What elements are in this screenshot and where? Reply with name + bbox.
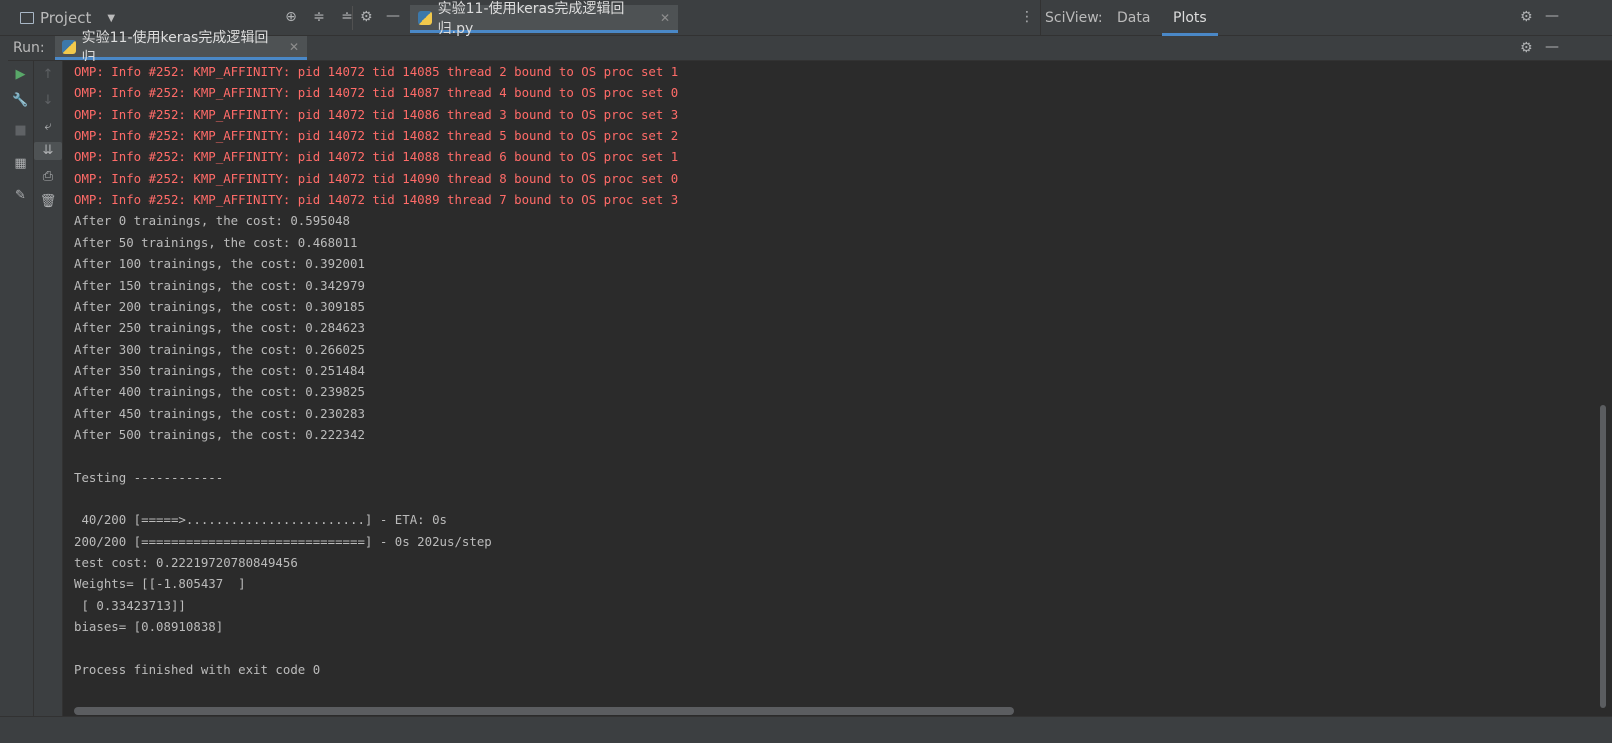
run-actions-column: ▶ 🔧 ■ ▦ ✎: [8, 61, 34, 721]
pin-tab-icon[interactable]: ✎: [8, 187, 33, 205]
console-stdout-line: After 450 trainings, the cost: 0.230283: [74, 405, 365, 421]
project-window-icon: [20, 12, 34, 24]
console-stdout-line: biases= [0.08910838]: [74, 619, 224, 635]
project-toolbar-icons: ⊕ ≑ ≐: [283, 8, 355, 26]
sciview-settings-gear-icon[interactable]: ⚙: [1520, 9, 1533, 25]
hide-run-icon[interactable]: —: [1545, 39, 1559, 55]
console-stdout-line: 200/200 [==============================]…: [74, 533, 492, 549]
horizontal-scrollbar-thumb[interactable]: [74, 707, 1014, 715]
tab-plots[interactable]: Plots: [1173, 10, 1207, 26]
console-stdout-line: After 100 trainings, the cost: 0.392001: [74, 256, 365, 272]
project-selector[interactable]: Project ▼: [20, 8, 115, 28]
locate-file-icon[interactable]: ⊕: [283, 8, 299, 26]
expand-all-icon[interactable]: ≑: [311, 8, 327, 26]
chevron-down-icon[interactable]: ▼: [107, 13, 115, 24]
console-stdout-line: After 150 trainings, the cost: 0.342979: [74, 277, 365, 293]
trash-icon[interactable]: 🗑: [34, 193, 62, 211]
console-stderr-line: OMP: Info #252: KMP_AFFINITY: pid 14072 …: [74, 192, 679, 208]
console-output[interactable]: OMP: Info #252: KMP_AFFINITY: pid 14072 …: [63, 61, 1557, 706]
hide-sciview-icon[interactable]: —: [1545, 8, 1559, 24]
run-label: Run:: [13, 40, 45, 56]
project-label: Project: [40, 9, 92, 27]
vertical-scrollbar-thumb[interactable]: [1600, 405, 1606, 708]
console-stderr-line: OMP: Info #252: KMP_AFFINITY: pid 14072 …: [74, 64, 679, 79]
console-stderr-line: OMP: Info #252: KMP_AFFINITY: pid 14072 …: [74, 106, 679, 122]
python-file-icon: [418, 10, 432, 25]
console-stdout-line: After 400 trainings, the cost: 0.239825: [74, 384, 365, 400]
project-settings-gear-icon[interactable]: ⚙: [360, 9, 373, 25]
restore-layout-icon[interactable]: ▦: [8, 155, 33, 173]
console-stdout-line: [ 0.33423713]]: [74, 597, 186, 613]
run-config-tab[interactable]: 实验11-使用keras完成逻辑回归 ✕: [55, 30, 307, 66]
tab-data[interactable]: Data: [1117, 10, 1150, 26]
close-icon[interactable]: ✕: [289, 40, 299, 54]
console-stdout-line: Weights= [[-1.805437 ]: [74, 576, 246, 592]
arrow-up-icon[interactable]: ↑: [34, 66, 62, 84]
close-icon[interactable]: ✕: [660, 11, 670, 25]
run-settings-gear-icon[interactable]: ⚙: [1520, 40, 1533, 56]
console-stdout-line: After 350 trainings, the cost: 0.251484: [74, 362, 365, 378]
console-stdout-line: After 200 trainings, the cost: 0.309185: [74, 298, 365, 314]
hide-panel-icon[interactable]: —: [386, 8, 400, 24]
status-bar: [0, 716, 1612, 743]
scroll-to-end-icon[interactable]: ⇊: [34, 142, 62, 160]
python-run-icon: [62, 39, 76, 54]
console-stdout-line: test cost: 0.22219720780849456: [74, 555, 298, 571]
wrench-icon[interactable]: 🔧: [8, 92, 33, 110]
more-options-icon[interactable]: ⋮: [1020, 9, 1034, 25]
console-stderr-line: OMP: Info #252: KMP_AFFINITY: pid 14072 …: [74, 128, 679, 144]
console-stderr-line: OMP: Info #252: KMP_AFFINITY: pid 14072 …: [74, 149, 679, 165]
stop-icon[interactable]: ■: [8, 122, 33, 140]
console-stdout-line: After 0 trainings, the cost: 0.595048: [74, 213, 351, 229]
arrow-down-icon[interactable]: ↓: [34, 92, 62, 110]
sciview-label: SciView:: [1045, 10, 1103, 26]
console-stdout-line: After 300 trainings, the cost: 0.266025: [74, 341, 365, 357]
console-stderr-line: OMP: Info #252: KMP_AFFINITY: pid 14072 …: [74, 170, 679, 186]
console-stdout-line: Testing ------------: [74, 469, 224, 485]
console-stdout-line: After 250 trainings, the cost: 0.284623: [74, 320, 365, 336]
soft-wrap-icon[interactable]: ⤶: [34, 118, 62, 136]
run-toolwindow-header: Run: 实验11-使用keras完成逻辑回归 ✕ ⚙ —: [8, 30, 1612, 66]
editor-tab[interactable]: 实验11-使用keras完成逻辑回归.py ✕: [410, 1, 678, 37]
console-stdout-line: 40/200 [=====>........................] …: [74, 512, 447, 528]
editor-tab-label: 实验11-使用keras完成逻辑回归.py: [437, 0, 625, 37]
console-stderr-line: OMP: Info #252: KMP_AFFINITY: pid 14072 …: [74, 85, 679, 101]
rerun-icon[interactable]: ▶: [8, 66, 33, 84]
console-actions-column: ↑ ↓ ⤶ ⇊ ⎙ 🗑: [34, 61, 63, 721]
console-stdout-line: After 50 trainings, the cost: 0.468011: [74, 234, 358, 250]
console-stdout-line: After 500 trainings, the cost: 0.222342: [74, 426, 365, 442]
console-stdout-line: Process finished with exit code 0: [74, 661, 321, 677]
toolbar-divider: [352, 6, 353, 30]
print-icon[interactable]: ⎙: [34, 168, 62, 186]
